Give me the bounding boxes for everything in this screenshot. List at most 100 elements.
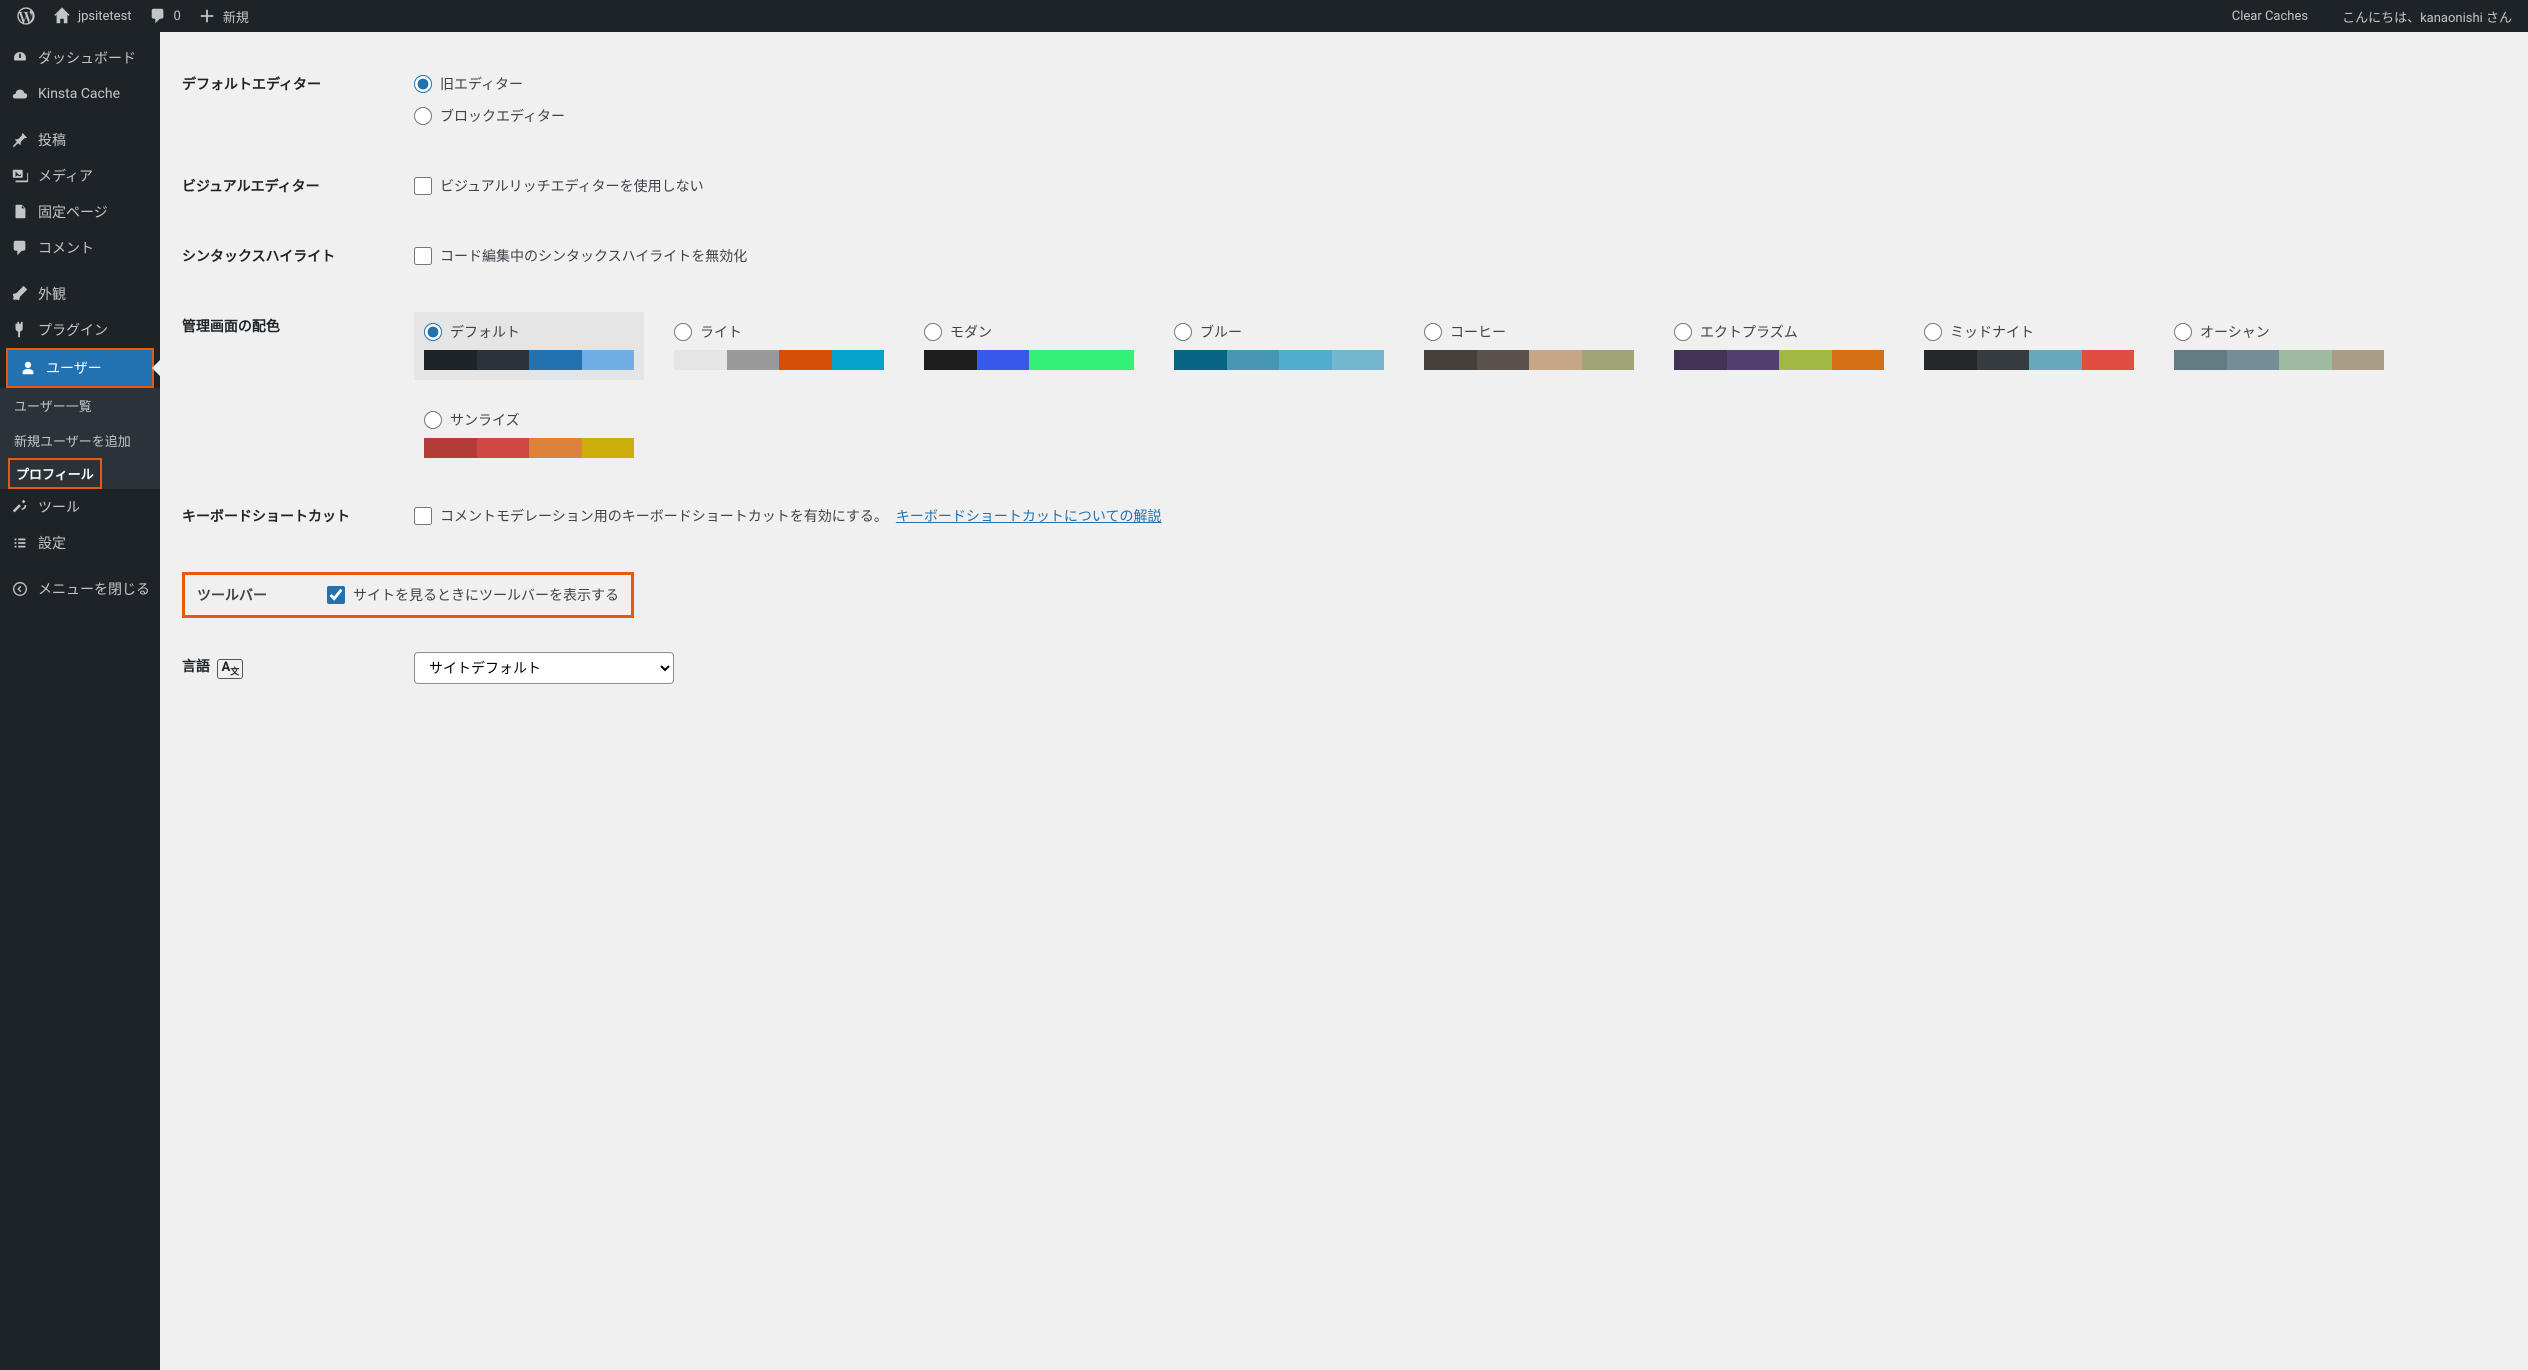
radio-classic-editor[interactable] <box>414 75 432 93</box>
settings-icon <box>10 533 30 553</box>
highlight-users: ユーザー <box>6 348 154 388</box>
radio-block-editor[interactable] <box>414 107 432 125</box>
label-keyboard-shortcuts: キーボードショートカット <box>182 486 402 554</box>
color-scheme-radio[interactable] <box>424 323 442 341</box>
color-scheme-name: オーシャン <box>2200 322 2270 342</box>
select-language[interactable]: サイトデフォルト <box>414 652 674 684</box>
menu-media[interactable]: メディア <box>0 158 160 194</box>
menu-settings[interactable]: 設定 <box>0 525 160 561</box>
label-default-editor: デフォルトエディター <box>182 54 402 154</box>
checkbox-show-toolbar[interactable] <box>327 586 345 604</box>
color-scheme-option[interactable]: モダン <box>914 312 1144 380</box>
site-name-link[interactable]: jpsitetest <box>44 0 140 32</box>
color-scheme-radio[interactable] <box>674 323 692 341</box>
admin-sidebar: ダッシュボード Kinsta Cache 投稿 メディア 固定ページ コメント … <box>0 32 160 1370</box>
color-scheme-option[interactable]: デフォルト <box>414 312 644 380</box>
checkbox-disable-visual-editor-label: ビジュアルリッチエディターを使用しない <box>440 176 704 196</box>
submenu-users-add[interactable]: 新規ユーザーを追加 <box>0 423 160 458</box>
profile-form: デフォルトエディター 旧エディター ブロックエディター ビジュアルエディター <box>160 32 2528 1370</box>
brush-icon <box>10 284 30 304</box>
keyboard-shortcuts-help-link[interactable]: キーボードショートカットについての解説 <box>896 506 1162 526</box>
submenu-users: ユーザー一覧 新規ユーザーを追加 プロフィール <box>0 388 160 489</box>
menu-tools[interactable]: ツール <box>0 489 160 525</box>
dashboard-icon <box>10 48 30 68</box>
site-name-text: jpsitetest <box>78 9 132 24</box>
color-schemes-grid: デフォルト ライト モダン ブルー コーヒー エクトプラズム ミッドナイト オーシャンサンライ… <box>414 312 2496 468</box>
color-swatches <box>1924 350 2134 370</box>
color-scheme-name: コーヒー <box>1450 322 1506 342</box>
submenu-users-all[interactable]: ユーザー一覧 <box>0 388 160 423</box>
color-scheme-radio[interactable] <box>1174 323 1192 341</box>
checkbox-disable-syntax-label: コード編集中のシンタックスハイライトを無効化 <box>440 246 747 266</box>
menu-users[interactable]: ユーザー <box>8 350 152 386</box>
plugin-icon <box>10 320 30 340</box>
pin-icon <box>10 130 30 150</box>
cloud-icon <box>10 84 30 104</box>
color-scheme-radio[interactable] <box>924 323 942 341</box>
label-visual-editor: ビジュアルエディター <box>182 156 402 224</box>
tools-icon <box>10 497 30 517</box>
color-scheme-option[interactable]: コーヒー <box>1414 312 1644 380</box>
checkbox-show-toolbar-label: サイトを見るときにツールバーを表示する <box>353 585 619 605</box>
color-scheme-option[interactable]: オーシャン <box>2164 312 2394 380</box>
highlight-profile: プロフィール <box>0 458 160 489</box>
color-swatches <box>424 350 634 370</box>
menu-appearance[interactable]: 外観 <box>0 276 160 312</box>
new-label: 新規 <box>223 7 249 26</box>
submenu-users-profile[interactable]: プロフィール <box>10 460 100 487</box>
color-scheme-name: ブルー <box>1200 322 1242 342</box>
menu-plugins[interactable]: プラグイン <box>0 312 160 348</box>
color-scheme-name: デフォルト <box>450 322 520 342</box>
color-swatches <box>674 350 884 370</box>
checkbox-disable-syntax[interactable] <box>414 247 432 265</box>
menu-pages[interactable]: 固定ページ <box>0 194 160 230</box>
new-content-link[interactable]: 新規 <box>189 0 257 32</box>
label-language: 言語 A文 <box>182 636 402 700</box>
color-swatches <box>1174 350 1384 370</box>
color-scheme-option[interactable]: エクトプラズム <box>1664 312 1894 380</box>
user-icon <box>18 358 38 378</box>
comment-icon <box>148 6 168 26</box>
color-scheme-option[interactable]: ブルー <box>1164 312 1394 380</box>
radio-block-editor-label: ブロックエディター <box>440 106 565 126</box>
label-toolbar: ツールバー <box>197 585 267 605</box>
menu-posts[interactable]: 投稿 <box>0 122 160 158</box>
color-scheme-name: ライト <box>700 322 742 342</box>
user-greeting-link[interactable]: こんにちは、kanaonishi さん <box>2334 0 2520 32</box>
clear-caches-link[interactable]: Clear Caches <box>2224 0 2316 32</box>
menu-collapse[interactable]: メニューを閉じる <box>0 571 160 607</box>
admin-toolbar: jpsitetest 0 新規 Clear Caches こんにちは、kanao… <box>0 0 2528 32</box>
color-swatches <box>2174 350 2384 370</box>
page-icon <box>10 202 30 222</box>
translation-icon: A文 <box>217 659 243 679</box>
color-scheme-option[interactable]: サンライズ <box>414 400 644 468</box>
menu-dashboard[interactable]: ダッシュボード <box>0 40 160 76</box>
label-syntax-highlight: シンタックスハイライト <box>182 226 402 294</box>
color-scheme-name: エクトプラズム <box>1700 322 1798 342</box>
menu-kinsta-cache[interactable]: Kinsta Cache <box>0 76 160 112</box>
color-scheme-name: ミッドナイト <box>1950 322 2034 342</box>
radio-classic-editor-label: 旧エディター <box>440 74 523 94</box>
color-scheme-option[interactable]: ライト <box>664 312 894 380</box>
color-scheme-radio[interactable] <box>2174 323 2192 341</box>
color-scheme-radio[interactable] <box>1674 323 1692 341</box>
checkbox-keyboard-shortcuts-label: コメントモデレーション用のキーボードショートカットを有効にする。 <box>440 506 888 526</box>
color-swatches <box>1424 350 1634 370</box>
color-scheme-radio[interactable] <box>1924 323 1942 341</box>
comment-icon <box>10 238 30 258</box>
highlight-toolbar: ツールバー サイトを見るときにツールバーを表示する <box>182 572 634 618</box>
plus-icon <box>197 6 217 26</box>
menu-comments[interactable]: コメント <box>0 230 160 266</box>
home-icon <box>52 6 72 26</box>
comments-link[interactable]: 0 <box>140 0 189 32</box>
color-scheme-option[interactable]: ミッドナイト <box>1914 312 2144 380</box>
color-scheme-radio[interactable] <box>1424 323 1442 341</box>
wordpress-logo[interactable] <box>8 0 44 32</box>
media-icon <box>10 166 30 186</box>
checkbox-disable-visual-editor[interactable] <box>414 177 432 195</box>
color-swatches <box>1674 350 1884 370</box>
color-scheme-radio[interactable] <box>424 411 442 429</box>
checkbox-keyboard-shortcuts[interactable] <box>414 507 432 525</box>
collapse-icon <box>10 579 30 599</box>
color-swatches <box>424 438 634 458</box>
